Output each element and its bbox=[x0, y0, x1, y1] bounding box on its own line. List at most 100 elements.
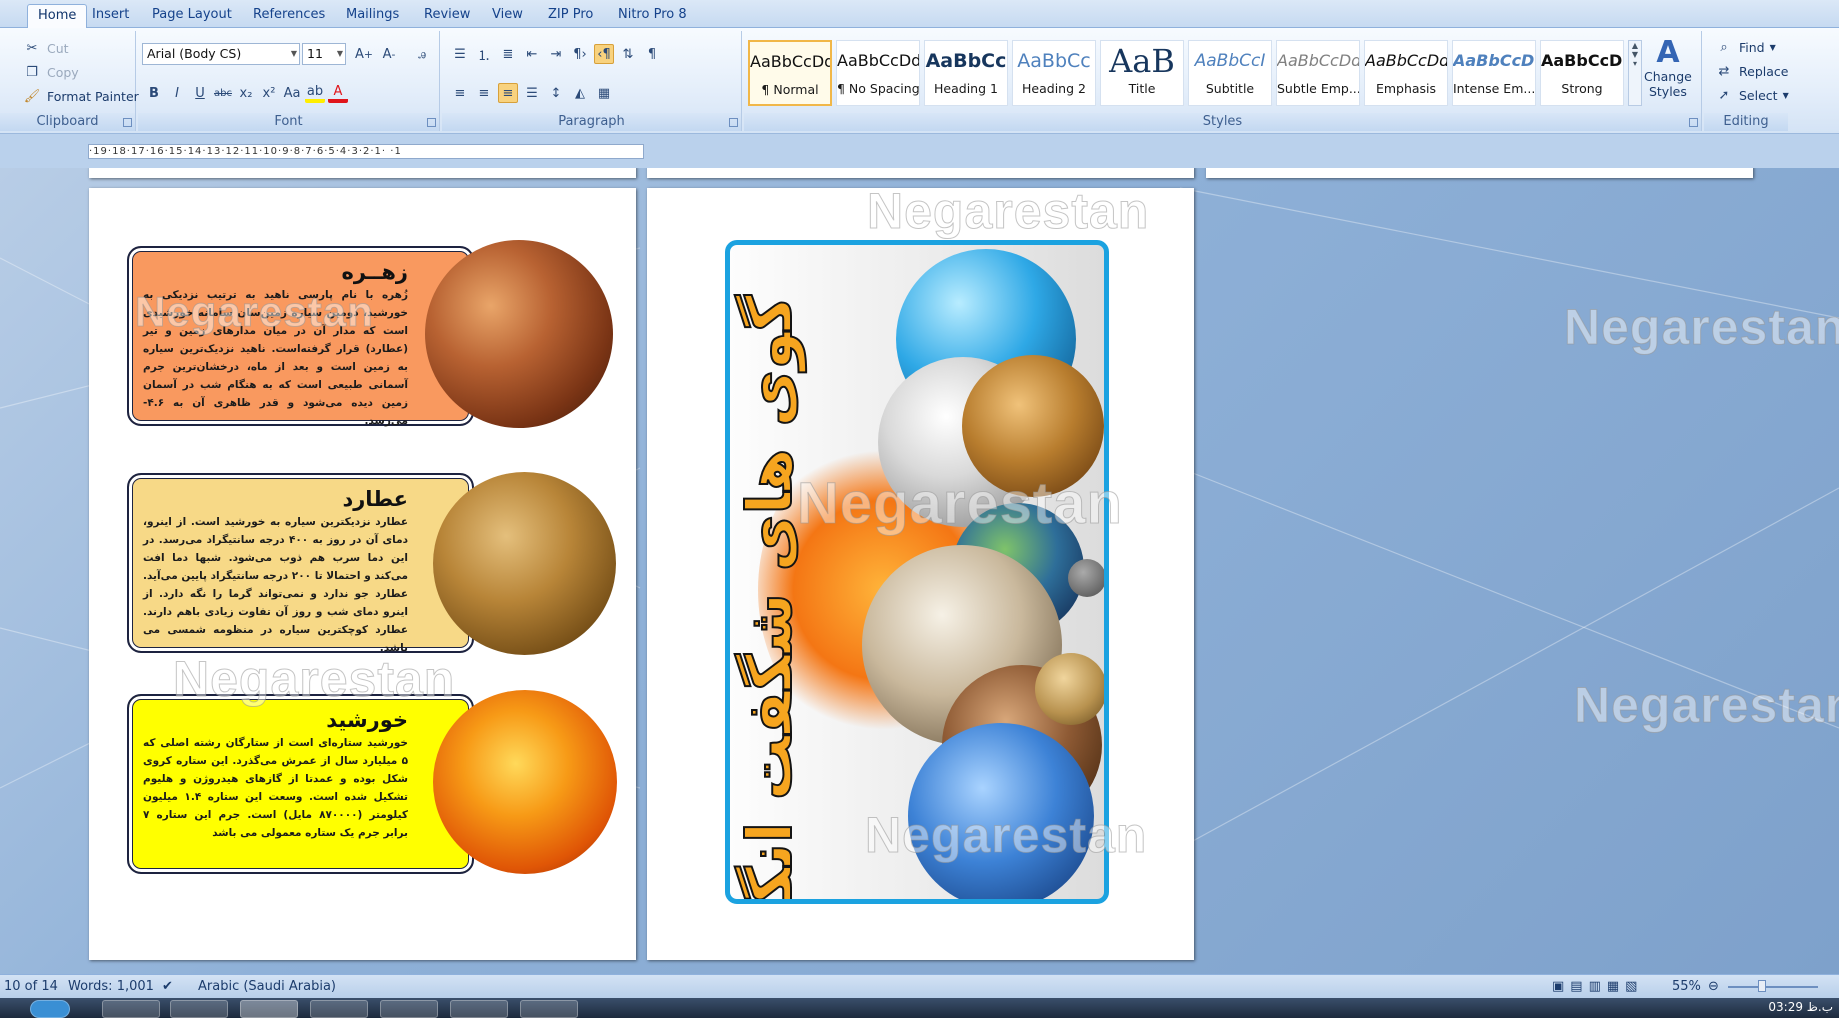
style-heading-1[interactable]: AaBbCc Heading 1 bbox=[924, 40, 1008, 106]
underline-icon[interactable]: U bbox=[190, 83, 210, 103]
change-styles-button[interactable]: A Change Styles bbox=[1644, 35, 1692, 100]
style-subtle-emp[interactable]: AaBbCcDd Subtle Emp... bbox=[1276, 40, 1360, 106]
change-styles-icon: A bbox=[1656, 35, 1680, 70]
bold-icon[interactable]: B bbox=[144, 83, 164, 103]
card-title: خورشید bbox=[326, 708, 408, 732]
shrink-font-icon[interactable]: A- bbox=[379, 44, 399, 64]
tab-zip-pro[interactable]: ZIP Pro bbox=[538, 4, 603, 28]
tab-mailings[interactable]: Mailings bbox=[336, 4, 409, 28]
clear-formatting-icon[interactable]: ꭿ bbox=[412, 44, 432, 64]
show-marks-icon[interactable]: ¶ bbox=[642, 44, 662, 64]
font-name-combo[interactable]: Arial (Body CS) ▼ bbox=[142, 43, 300, 65]
clock[interactable]: 03:29 ب.ظ bbox=[1768, 1000, 1833, 1014]
start-button[interactable] bbox=[30, 1000, 70, 1018]
style-intense-em[interactable]: AaBbCcDd Intense Em... bbox=[1452, 40, 1536, 106]
clipboard-launcher-icon[interactable] bbox=[123, 118, 132, 127]
numbering-icon[interactable]: ⒈ bbox=[474, 44, 494, 64]
style-subtitle[interactable]: AaBbCcI Subtitle bbox=[1188, 40, 1272, 106]
style-sample: AaBbCcDd bbox=[1365, 51, 1447, 70]
change-case-icon[interactable]: Aa bbox=[282, 83, 302, 103]
page-left[interactable]: زهــره زُهره با نام پارسی ناهید به ترتیب … bbox=[89, 188, 636, 960]
subscript-icon[interactable]: x₂ bbox=[236, 83, 256, 103]
shading-icon[interactable]: ◭ bbox=[570, 83, 590, 103]
proofing-icon[interactable]: ✔ bbox=[162, 979, 173, 994]
ltr-icon[interactable]: ¶› bbox=[570, 44, 590, 64]
sun-image bbox=[433, 690, 617, 874]
tab-page-layout[interactable]: Page Layout bbox=[142, 4, 242, 28]
view-buttons[interactable]: ▣▤▥▦▧ bbox=[1552, 979, 1643, 994]
style-no-spacing[interactable]: AaBbCcDd ¶ No Spacing bbox=[836, 40, 920, 106]
taskbar-app-button[interactable] bbox=[310, 1000, 368, 1018]
tab-insert[interactable]: Insert bbox=[82, 4, 139, 28]
increase-indent-icon[interactable]: ⇥ bbox=[546, 44, 566, 64]
highlight-icon[interactable]: ab bbox=[305, 83, 325, 103]
zoom-out-icon[interactable]: ⊖ bbox=[1708, 979, 1719, 994]
scissors-icon: ✂ bbox=[26, 40, 38, 56]
chevron-down-icon: ▼ bbox=[336, 49, 343, 58]
tab-home[interactable]: Home bbox=[27, 4, 88, 29]
replace-button[interactable]: ⇄ Replace bbox=[1714, 61, 1789, 81]
page-count[interactable]: 10 of 14 bbox=[4, 979, 58, 994]
strikethrough-icon[interactable]: abc bbox=[213, 83, 233, 103]
select-button[interactable]: ➚ Select ▼ bbox=[1714, 85, 1789, 105]
zoom-level[interactable]: 55% bbox=[1672, 979, 1701, 994]
document-area[interactable]: زهــره زُهره با نام پارسی ناهید به ترتیب … bbox=[0, 168, 1839, 974]
style-name: Emphasis bbox=[1375, 81, 1437, 96]
style-strong[interactable]: AaBbCcDc Strong bbox=[1540, 40, 1624, 106]
zoom-slider[interactable] bbox=[1728, 986, 1818, 988]
font-size-buttons: A + A- ꭿ bbox=[354, 44, 432, 64]
align-center-icon[interactable]: ≡ bbox=[474, 83, 494, 103]
style-normal[interactable]: AaBbCcDd ¶ Normal bbox=[748, 40, 832, 106]
style-name: Intense Em... bbox=[1453, 81, 1536, 96]
font-launcher-icon[interactable] bbox=[427, 118, 436, 127]
taskbar-app-button[interactable] bbox=[520, 1000, 578, 1018]
format-painter-button[interactable]: 🖌 Format Painter bbox=[22, 86, 139, 106]
venus-card: زهــره زُهره با نام پارسی ناهید به ترتیب … bbox=[127, 246, 474, 427]
tab-nitro-pro[interactable]: Nitro Pro 8 bbox=[608, 4, 697, 28]
align-left-icon[interactable]: ≡ bbox=[450, 83, 470, 103]
cut-button[interactable]: ✂ Cut bbox=[22, 38, 69, 58]
language-indicator[interactable]: Arabic (Saudi Arabia) bbox=[198, 979, 336, 994]
tab-review[interactable]: Review bbox=[414, 4, 480, 28]
justify-icon[interactable]: ☰ bbox=[522, 83, 542, 103]
line-spacing-icon[interactable]: ↕ bbox=[546, 83, 566, 103]
style-emphasis[interactable]: AaBbCcDd Emphasis bbox=[1364, 40, 1448, 106]
decrease-indent-icon[interactable]: ⇤ bbox=[522, 44, 542, 64]
previous-page-left bbox=[89, 168, 636, 178]
grow-font-icon[interactable]: A + bbox=[354, 44, 374, 64]
cover-image: گوی های شگفت انگیز bbox=[725, 240, 1109, 904]
borders-icon[interactable]: ▦ bbox=[594, 83, 614, 103]
taskbar-explorer-button[interactable] bbox=[102, 1000, 160, 1018]
superscript-icon[interactable]: x² bbox=[259, 83, 279, 103]
align-right-icon[interactable]: ≡ bbox=[498, 83, 518, 103]
venus-image bbox=[425, 240, 613, 428]
font-color-icon[interactable]: A bbox=[328, 83, 348, 103]
taskbar-word-button[interactable] bbox=[240, 1000, 298, 1018]
gallery-scroll[interactable]: ▲ ▼ ▾ bbox=[1628, 40, 1642, 106]
tab-references[interactable]: References bbox=[243, 4, 335, 28]
copy-button[interactable]: ❐ Copy bbox=[22, 62, 79, 82]
styles-launcher-icon[interactable] bbox=[1689, 118, 1698, 127]
moon-image bbox=[1068, 559, 1104, 597]
paragraph-launcher-icon[interactable] bbox=[729, 118, 738, 127]
page-right[interactable]: گوی های شگفت انگیز Negarestan Negarestan… bbox=[647, 183, 1194, 960]
paintbrush-icon: 🖌 bbox=[23, 88, 41, 104]
bullets-icon[interactable]: ☰ bbox=[450, 44, 470, 64]
rtl-icon[interactable]: ‹¶ bbox=[594, 44, 614, 64]
font-size-combo[interactable]: 11 ▼ bbox=[302, 43, 346, 65]
style-title[interactable]: AaB Title bbox=[1100, 40, 1184, 106]
multilevel-list-icon[interactable]: ≣ bbox=[498, 44, 518, 64]
taskbar-browser-button[interactable] bbox=[380, 1000, 438, 1018]
italic-icon[interactable]: I bbox=[167, 83, 187, 103]
zoom-thumb[interactable] bbox=[1758, 980, 1766, 992]
taskbar-app-button[interactable] bbox=[170, 1000, 228, 1018]
sort-icon[interactable]: ⇅ bbox=[618, 44, 638, 64]
horizontal-ruler[interactable]: ·19·18·17·16·15·14·13·12·11·10·9·8·7·6·5… bbox=[0, 134, 1839, 168]
paragraph-list-buttons: ☰ ⒈ ≣ ⇤ ⇥ ¶› ‹¶ ⇅ ¶ bbox=[450, 44, 662, 64]
find-button[interactable]: ⌕ Find ▼ bbox=[1714, 37, 1775, 57]
card-title: زهــره bbox=[341, 260, 408, 284]
word-count[interactable]: Words: 1,001 bbox=[68, 979, 154, 994]
tab-view[interactable]: View bbox=[482, 4, 533, 28]
taskbar-app-button[interactable] bbox=[450, 1000, 508, 1018]
style-heading-2[interactable]: AaBbCc Heading 2 bbox=[1012, 40, 1096, 106]
